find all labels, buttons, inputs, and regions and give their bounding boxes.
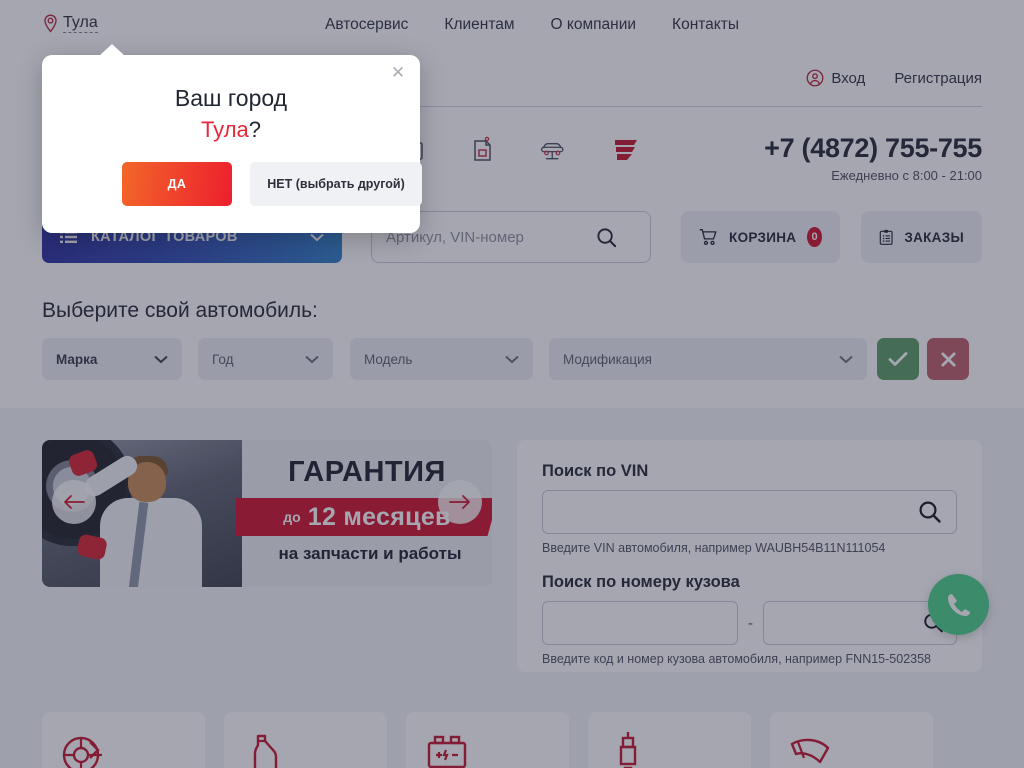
dialog-title: Ваш город xyxy=(174,85,288,111)
dialog-question-mark: ? xyxy=(248,117,262,142)
dialog-city-name: Тула xyxy=(200,117,249,142)
dialog-close-button[interactable]: ✕ xyxy=(389,64,407,82)
dialog-pointer xyxy=(99,44,125,56)
page-root: Тула Автосервис Клиентам О компании Конт… xyxy=(0,0,1024,768)
city-confirm-dialog: ✕ Ваш город Тула? ДА НЕТ (выбрать другой… xyxy=(42,44,422,233)
dialog-no-button[interactable]: НЕТ (выбрать другой) xyxy=(250,162,422,206)
dialog-yes-button[interactable]: ДА xyxy=(122,162,232,206)
dialog-city-line: Тула? xyxy=(42,117,420,143)
